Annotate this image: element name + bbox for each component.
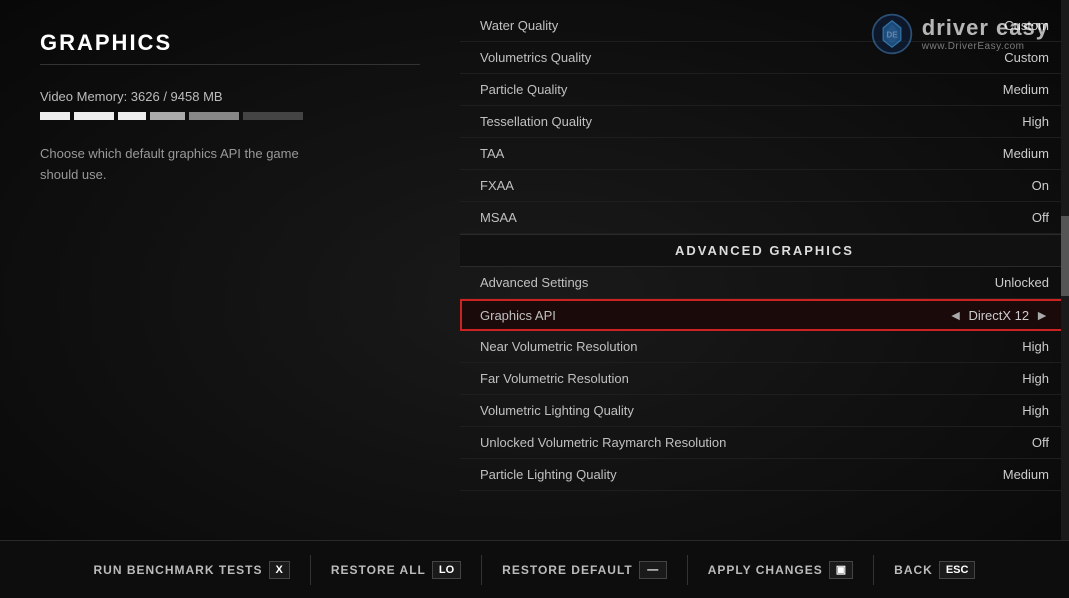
- setting-name: Tessellation Quality: [480, 114, 592, 129]
- apply-changes-key: ▣: [829, 561, 853, 579]
- memory-segment-1: [40, 112, 70, 120]
- setting-name: Particle Lighting Quality: [480, 467, 617, 482]
- separator-1: [310, 555, 311, 585]
- apply-changes-label: Apply Changes: [708, 563, 823, 577]
- watermark-text-group: driver easy www.DriverEasy.com: [922, 15, 1049, 53]
- list-item: Far Volumetric Resolution High: [460, 363, 1069, 395]
- section-header-text: Advanced Graphics: [675, 243, 854, 258]
- svg-text:DE: DE: [886, 31, 897, 40]
- list-item: Particle Lighting Quality Medium: [460, 459, 1069, 491]
- list-item: Particle Quality Medium: [460, 74, 1069, 106]
- settings-list: Water Quality Custom Volumetrics Quality…: [460, 0, 1069, 491]
- arrow-left-icon[interactable]: ◄: [949, 307, 963, 323]
- run-benchmark-key: X: [269, 561, 290, 579]
- setting-name: Advanced Settings: [480, 275, 588, 290]
- setting-value: Unlocked: [995, 275, 1049, 290]
- page-title: Graphics: [40, 30, 420, 65]
- separator-2: [481, 555, 482, 585]
- list-item: MSAA Off: [460, 202, 1069, 234]
- setting-value: Medium: [1003, 467, 1049, 482]
- setting-name: Far Volumetric Resolution: [480, 371, 629, 386]
- list-item: Advanced Settings Unlocked: [460, 267, 1069, 299]
- watermark-logo: DE: [870, 12, 914, 56]
- setting-value: Medium: [1003, 82, 1049, 97]
- restore-default-key: —: [639, 561, 667, 579]
- restore-default-button[interactable]: Restore Default —: [502, 561, 667, 579]
- setting-value: On: [1032, 178, 1049, 193]
- back-label: Back: [894, 563, 933, 577]
- setting-value: Medium: [1003, 146, 1049, 161]
- setting-name: Near Volumetric Resolution: [480, 339, 638, 354]
- memory-bar: [40, 112, 420, 120]
- description-text: Choose which default graphics API the ga…: [40, 144, 300, 186]
- run-benchmark-button[interactable]: Run Benchmark Tests X: [94, 561, 290, 579]
- graphics-api-control[interactable]: ◄ DirectX 12 ►: [949, 307, 1049, 323]
- separator-4: [873, 555, 874, 585]
- watermark: DE driver easy www.DriverEasy.com: [870, 12, 1049, 56]
- memory-segment-2: [74, 112, 114, 120]
- watermark-url: www.DriverEasy.com: [922, 41, 1049, 53]
- right-panel: Water Quality Custom Volumetrics Quality…: [460, 0, 1069, 540]
- list-item: Volumetric Lighting Quality High: [460, 395, 1069, 427]
- restore-all-key: LO: [432, 561, 461, 579]
- list-item: TAA Medium: [460, 138, 1069, 170]
- setting-name: Particle Quality: [480, 82, 567, 97]
- memory-segment-4: [150, 112, 185, 120]
- setting-name: Volumetrics Quality: [480, 50, 591, 65]
- setting-name: Unlocked Volumetric Raymarch Resolution: [480, 435, 726, 450]
- list-item: Tessellation Quality High: [460, 106, 1069, 138]
- setting-name: TAA: [480, 146, 504, 161]
- graphics-api-value: DirectX 12: [968, 308, 1029, 323]
- setting-value: Off: [1032, 435, 1049, 450]
- memory-label: Video Memory: 3626 / 9458 MB: [40, 89, 420, 104]
- setting-name: Water Quality: [480, 18, 558, 33]
- bottom-bar: Run Benchmark Tests X Restore All LO Res…: [0, 540, 1069, 598]
- watermark-brand: driver easy: [922, 15, 1049, 41]
- apply-changes-button[interactable]: Apply Changes ▣: [708, 561, 853, 579]
- setting-name: Volumetric Lighting Quality: [480, 403, 634, 418]
- setting-value: High: [1022, 371, 1049, 386]
- scrollbar-track[interactable]: [1061, 0, 1069, 540]
- arrow-right-icon[interactable]: ►: [1035, 307, 1049, 323]
- memory-segment-rest: [243, 112, 303, 120]
- graphics-api-row[interactable]: Graphics API ◄ DirectX 12 ►: [460, 299, 1069, 331]
- memory-segment-5: [189, 112, 239, 120]
- back-key: ESC: [939, 561, 976, 579]
- run-benchmark-label: Run Benchmark Tests: [94, 563, 263, 577]
- left-panel: Graphics Video Memory: 3626 / 9458 MB Ch…: [0, 0, 460, 540]
- graphics-api-label: Graphics API: [480, 308, 556, 323]
- setting-value: High: [1022, 339, 1049, 354]
- restore-default-label: Restore Default: [502, 563, 633, 577]
- restore-all-button[interactable]: Restore All LO: [331, 561, 461, 579]
- list-item: Unlocked Volumetric Raymarch Resolution …: [460, 427, 1069, 459]
- setting-name: FXAA: [480, 178, 514, 193]
- separator-3: [687, 555, 688, 585]
- restore-all-label: Restore All: [331, 563, 426, 577]
- back-button[interactable]: Back ESC: [894, 561, 975, 579]
- setting-value: High: [1022, 114, 1049, 129]
- setting-value: Off: [1032, 210, 1049, 225]
- list-item: Near Volumetric Resolution High: [460, 331, 1069, 363]
- setting-value: High: [1022, 403, 1049, 418]
- setting-name: MSAA: [480, 210, 517, 225]
- scrollbar-thumb[interactable]: [1061, 216, 1069, 296]
- advanced-graphics-header: Advanced Graphics: [460, 234, 1069, 267]
- list-item: FXAA On: [460, 170, 1069, 202]
- memory-segment-3: [118, 112, 146, 120]
